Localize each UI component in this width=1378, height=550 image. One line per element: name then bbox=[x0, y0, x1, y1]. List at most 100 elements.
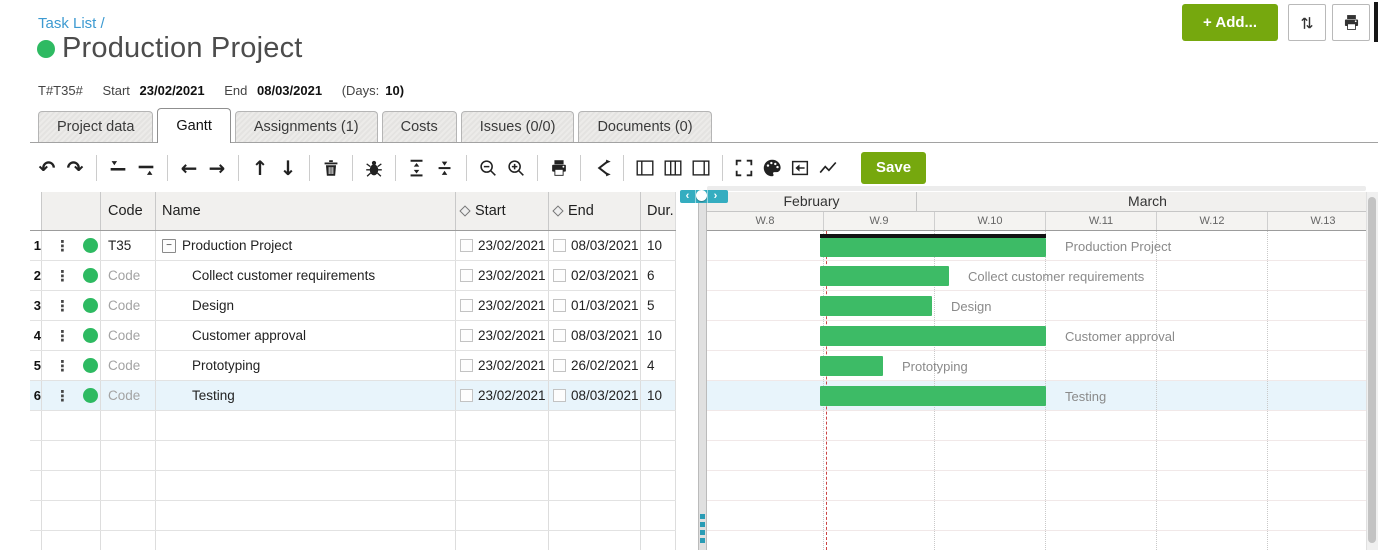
print-gantt-button[interactable] bbox=[546, 154, 572, 182]
style-palette-button[interactable] bbox=[759, 154, 785, 182]
start-cell[interactable]: 23/02/2021 bbox=[455, 261, 548, 290]
table-empty-row[interactable] bbox=[30, 411, 676, 441]
shift-left-button[interactable]: ‹ bbox=[680, 190, 696, 203]
task-status-icon[interactable] bbox=[83, 358, 98, 373]
name-cell[interactable]: −Production Project bbox=[155, 231, 455, 260]
add-button[interactable]: + Add... bbox=[1182, 4, 1278, 41]
end-cell[interactable]: 01/03/2021 bbox=[548, 291, 640, 320]
redo-button[interactable]: ↷ bbox=[62, 154, 88, 182]
row-menu-icon[interactable]: ⋮ bbox=[55, 297, 70, 315]
end-cell[interactable] bbox=[548, 411, 640, 440]
dur-cell[interactable]: 6 bbox=[640, 261, 676, 290]
code-cell[interactable] bbox=[100, 531, 155, 550]
collapse-children-icon[interactable]: − bbox=[162, 239, 176, 253]
fullscreen-button[interactable] bbox=[731, 154, 757, 182]
task-bar[interactable] bbox=[820, 386, 1046, 406]
code-cell[interactable]: Code bbox=[100, 381, 155, 410]
dur-cell[interactable] bbox=[640, 531, 676, 550]
code-cell[interactable] bbox=[100, 441, 155, 470]
task-bar[interactable] bbox=[820, 296, 932, 316]
tab-issues-0-0[interactable]: Issues (0/0) bbox=[461, 111, 575, 142]
table-row[interactable]: 6⋮CodeTesting23/02/202108/03/202110 bbox=[30, 381, 676, 411]
collapse-all-button[interactable] bbox=[432, 154, 458, 182]
gantt-row[interactable] bbox=[707, 471, 1378, 501]
end-cell[interactable]: 02/03/2021 bbox=[548, 261, 640, 290]
task-status-icon[interactable] bbox=[83, 328, 98, 343]
end-milestone-checkbox[interactable] bbox=[553, 389, 566, 402]
end-milestone-checkbox[interactable] bbox=[553, 329, 566, 342]
start-cell[interactable]: 23/02/2021 bbox=[455, 321, 548, 350]
end-cell[interactable] bbox=[548, 441, 640, 470]
name-cell[interactable] bbox=[155, 411, 455, 440]
start-cell[interactable]: 23/02/2021 bbox=[455, 291, 548, 320]
end-milestone-checkbox[interactable] bbox=[553, 239, 566, 252]
code-cell[interactable]: T35 bbox=[100, 231, 155, 260]
dur-cell[interactable] bbox=[640, 411, 676, 440]
code-cell[interactable]: Code bbox=[100, 291, 155, 320]
table-empty-row[interactable] bbox=[30, 531, 676, 550]
collapse-panel-button[interactable] bbox=[787, 154, 813, 182]
print-button-top[interactable] bbox=[1332, 4, 1370, 41]
task-status-icon[interactable] bbox=[83, 298, 98, 313]
header-end[interactable]: End bbox=[548, 192, 640, 230]
indent-button[interactable]: → bbox=[204, 154, 230, 182]
task-bar[interactable] bbox=[820, 238, 1046, 257]
layout-split-button[interactable] bbox=[660, 154, 686, 182]
name-cell[interactable]: Collect customer requirements bbox=[155, 261, 455, 290]
end-cell[interactable]: 08/03/2021 bbox=[548, 381, 640, 410]
row-menu-icon[interactable]: ⋮ bbox=[55, 387, 70, 405]
panel-splitter[interactable] bbox=[698, 192, 707, 550]
table-row[interactable]: 2⋮CodeCollect customer requirements23/02… bbox=[30, 261, 676, 291]
start-cell[interactable]: 23/02/2021 bbox=[455, 351, 548, 380]
breadcrumb[interactable]: Task List / bbox=[38, 15, 105, 32]
start-milestone-checkbox[interactable] bbox=[460, 299, 473, 312]
code-cell[interactable] bbox=[100, 471, 155, 500]
expand-all-button[interactable] bbox=[404, 154, 430, 182]
table-row[interactable]: 5⋮CodePrototyping23/02/202126/02/20214 bbox=[30, 351, 676, 381]
dur-cell[interactable]: 5 bbox=[640, 291, 676, 320]
zoom-in-button[interactable] bbox=[503, 154, 529, 182]
dur-cell[interactable]: 4 bbox=[640, 351, 676, 380]
dur-cell[interactable] bbox=[640, 441, 676, 470]
start-cell[interactable] bbox=[455, 501, 548, 530]
name-cell[interactable]: Prototyping bbox=[155, 351, 455, 380]
header-start[interactable]: Start bbox=[455, 192, 548, 230]
gantt-row[interactable] bbox=[707, 351, 1378, 381]
table-empty-row[interactable] bbox=[30, 441, 676, 471]
save-button[interactable]: Save bbox=[861, 152, 926, 184]
outdent-button[interactable]: ← bbox=[176, 154, 202, 182]
end-cell[interactable]: 08/03/2021 bbox=[548, 231, 640, 260]
dur-cell[interactable] bbox=[640, 471, 676, 500]
code-cell[interactable] bbox=[100, 411, 155, 440]
start-milestone-checkbox[interactable] bbox=[460, 239, 473, 252]
start-milestone-checkbox[interactable] bbox=[460, 269, 473, 282]
start-milestone-checkbox[interactable] bbox=[460, 329, 473, 342]
task-status-icon[interactable] bbox=[83, 238, 98, 253]
end-cell[interactable] bbox=[548, 501, 640, 530]
move-down-button[interactable]: ↓ bbox=[275, 154, 301, 182]
name-cell[interactable]: Testing bbox=[155, 381, 455, 410]
name-cell[interactable] bbox=[155, 441, 455, 470]
sort-button[interactable] bbox=[1288, 4, 1326, 41]
start-cell[interactable]: 23/02/2021 bbox=[455, 381, 548, 410]
end-cell[interactable]: 26/02/2021 bbox=[548, 351, 640, 380]
header-name[interactable]: Name bbox=[155, 192, 455, 230]
gantt-row[interactable] bbox=[707, 531, 1378, 550]
end-milestone-checkbox[interactable] bbox=[553, 359, 566, 372]
name-cell[interactable]: Customer approval bbox=[155, 321, 455, 350]
shift-right-button[interactable]: › bbox=[707, 190, 723, 203]
critical-path-button[interactable] bbox=[589, 154, 615, 182]
row-menu-icon[interactable]: ⋮ bbox=[55, 267, 70, 285]
move-up-button[interactable]: ↑ bbox=[247, 154, 273, 182]
task-status-icon[interactable] bbox=[83, 388, 98, 403]
end-cell[interactable] bbox=[548, 531, 640, 550]
gantt-horizontal-scrollbar[interactable] bbox=[707, 186, 1366, 191]
name-cell[interactable]: Design bbox=[155, 291, 455, 320]
table-row[interactable]: 4⋮CodeCustomer approval23/02/202108/03/2… bbox=[30, 321, 676, 351]
issues-button[interactable] bbox=[361, 154, 387, 182]
gantt-row[interactable] bbox=[707, 501, 1378, 531]
workload-button[interactable] bbox=[815, 154, 841, 182]
start-cell[interactable] bbox=[455, 441, 548, 470]
task-bar[interactable] bbox=[820, 326, 1046, 346]
tab-costs[interactable]: Costs bbox=[382, 111, 457, 142]
